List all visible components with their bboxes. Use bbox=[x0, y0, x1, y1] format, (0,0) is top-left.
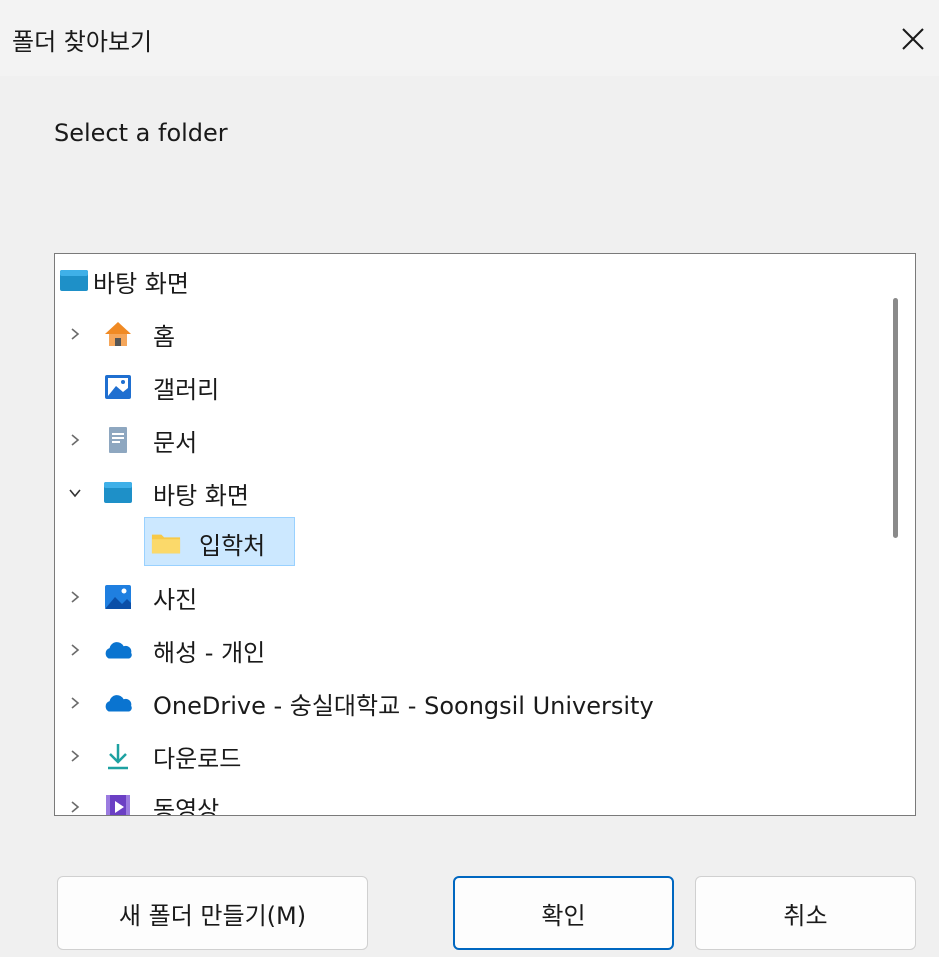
desktop-icon bbox=[59, 266, 89, 296]
tree-item-downloads[interactable]: 다운로드 bbox=[55, 733, 875, 779]
pictures-icon bbox=[103, 582, 133, 612]
document-icon bbox=[103, 425, 133, 455]
tree-item-label: 입학처 bbox=[199, 531, 266, 560]
folder-icon bbox=[151, 528, 181, 558]
close-button[interactable] bbox=[892, 18, 934, 60]
tree-item-label: 갤러리 bbox=[153, 375, 220, 404]
chevron-right-icon[interactable] bbox=[65, 640, 85, 660]
tree-item-desktop[interactable]: 바탕 화면 bbox=[55, 470, 875, 516]
tree-item-label: OneDrive - 숭실대학교 - Soongsil University bbox=[153, 691, 654, 720]
tree-item-label: 사진 bbox=[153, 585, 198, 614]
onedrive-icon bbox=[103, 688, 133, 718]
tree-item-onedrive-soongsil[interactable]: OneDrive - 숭실대학교 - Soongsil University bbox=[55, 680, 875, 726]
desktop-icon bbox=[103, 478, 133, 508]
tree-item-label: 문서 bbox=[153, 428, 198, 457]
tree-item-documents[interactable]: 문서 bbox=[55, 417, 875, 463]
tree-item-videos[interactable]: 동영상 bbox=[55, 784, 875, 816]
ok-button[interactable]: 확인 bbox=[453, 876, 674, 950]
tree-item-label: 다운로드 bbox=[153, 744, 242, 773]
chevron-down-icon[interactable] bbox=[65, 483, 85, 503]
tree-item-gallery[interactable]: 갤러리 bbox=[55, 364, 875, 410]
chevron-right-icon[interactable] bbox=[65, 430, 85, 450]
chevron-right-icon[interactable] bbox=[65, 324, 85, 344]
chevron-right-icon[interactable] bbox=[65, 587, 85, 607]
tree-item-label: 홈 bbox=[153, 322, 176, 351]
tree-root-desktop[interactable]: 바탕 화면 bbox=[55, 258, 875, 304]
folder-tree[interactable]: 바탕 화면 홈 갤러리 문서 바탕 화면 입학처 사진 해성 - 개인 OneD… bbox=[54, 253, 916, 816]
tree-item-pictures[interactable]: 사진 bbox=[55, 574, 875, 620]
cancel-button[interactable]: 취소 bbox=[695, 876, 916, 950]
tree-item-label: 해성 - 개인 bbox=[153, 638, 266, 667]
download-icon bbox=[103, 741, 133, 771]
chevron-right-icon[interactable] bbox=[65, 693, 85, 713]
home-icon bbox=[103, 319, 133, 349]
new-folder-button[interactable]: 새 폴더 만들기(M) bbox=[57, 876, 368, 950]
chevron-right-icon[interactable] bbox=[65, 797, 85, 815]
gallery-icon bbox=[103, 372, 133, 402]
tree-item-label: 바탕 화면 bbox=[93, 269, 189, 298]
onedrive-icon bbox=[103, 635, 133, 665]
tree-item-onedrive-personal[interactable]: 해성 - 개인 bbox=[55, 627, 875, 673]
scrollbar-thumb[interactable] bbox=[893, 298, 898, 538]
title-bar: 폴더 찾아보기 bbox=[0, 0, 939, 76]
video-icon bbox=[103, 792, 133, 815]
close-icon bbox=[902, 28, 924, 50]
tree-item-home[interactable]: 홈 bbox=[55, 311, 875, 357]
tree-item-label: 동영상 bbox=[153, 795, 220, 816]
tree-item-admissions-folder[interactable]: 입학처 bbox=[55, 520, 875, 566]
chevron-right-icon[interactable] bbox=[65, 746, 85, 766]
window-title: 폴더 찾아보기 bbox=[12, 28, 153, 56]
tree-item-label: 바탕 화면 bbox=[153, 481, 249, 510]
prompt-text: Select a folder bbox=[54, 119, 228, 147]
